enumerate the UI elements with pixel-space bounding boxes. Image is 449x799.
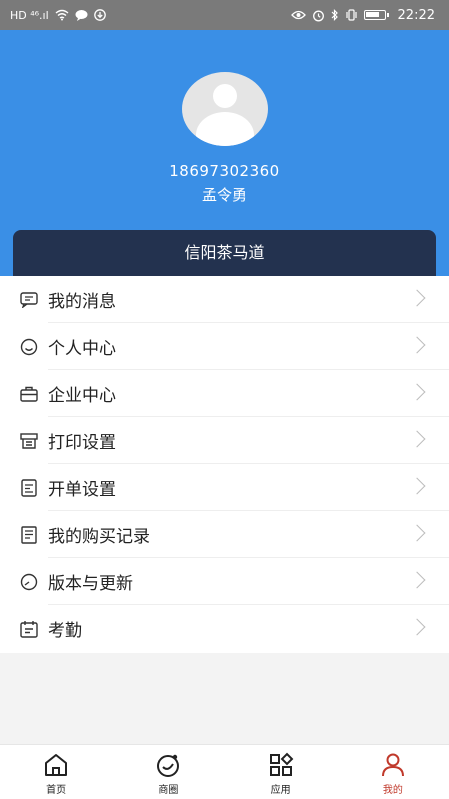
battery-level bbox=[365, 12, 379, 17]
calendar-icon bbox=[20, 620, 38, 638]
tab-business-circle[interactable]: 商圈 bbox=[112, 745, 224, 799]
vibrate-icon bbox=[345, 9, 357, 21]
chevron-right-icon bbox=[408, 383, 426, 401]
wifi-icon bbox=[55, 9, 69, 21]
menu-item-messages[interactable]: 我的消息 bbox=[0, 276, 449, 323]
briefcase-icon bbox=[20, 385, 38, 403]
tab-label: 首页 bbox=[46, 785, 67, 796]
menu-item-label: 打印设置 bbox=[48, 433, 116, 453]
tab-home[interactable]: 首页 bbox=[0, 745, 112, 799]
chevron-right-icon bbox=[408, 336, 426, 354]
company-name-bar[interactable]: 信阳茶马道 bbox=[13, 230, 436, 276]
avatar[interactable] bbox=[182, 72, 268, 146]
menu-item-version-update[interactable]: 版本与更新 bbox=[0, 558, 449, 605]
message-icon bbox=[20, 291, 38, 309]
printer-icon bbox=[20, 432, 38, 450]
form-icon bbox=[20, 478, 38, 497]
clock-icon bbox=[20, 573, 38, 591]
apps-icon bbox=[269, 752, 293, 776]
phone-number: 18697302360 bbox=[169, 162, 280, 180]
status-time: 22:22 bbox=[397, 7, 435, 23]
menu-item-purchase-records[interactable]: 我的购买记录 bbox=[0, 511, 449, 558]
person-icon bbox=[381, 753, 404, 777]
chevron-right-icon bbox=[408, 289, 426, 307]
battery-icon bbox=[363, 10, 389, 20]
bottom-tab-bar: 首页 商圈 应用 我的 bbox=[0, 744, 449, 799]
menu-list: 我的消息 个人中心 企业中心 打印设置 开单设置 我的购买记录 版本与更新 考勤 bbox=[0, 276, 449, 653]
chevron-right-icon bbox=[408, 477, 426, 495]
menu-item-enterprise-center[interactable]: 企业中心 bbox=[0, 370, 449, 417]
chevron-right-icon bbox=[408, 571, 426, 589]
chevron-right-icon bbox=[408, 618, 426, 636]
menu-item-attendance[interactable]: 考勤 bbox=[0, 605, 449, 652]
download-status-icon bbox=[93, 9, 106, 21]
tab-apps[interactable]: 应用 bbox=[225, 745, 337, 799]
menu-item-billing-settings[interactable]: 开单设置 bbox=[0, 464, 449, 511]
menu-item-print-settings[interactable]: 打印设置 bbox=[0, 417, 449, 464]
bluetooth-icon bbox=[331, 9, 338, 21]
planet-icon bbox=[157, 754, 180, 777]
status-left: HD ⁴⁶.ıl bbox=[10, 9, 106, 22]
alarm-icon bbox=[312, 10, 324, 21]
signal-indicator: HD ⁴⁶.ıl bbox=[10, 8, 49, 22]
user-name: 孟令勇 bbox=[201, 186, 247, 204]
menu-item-label: 我的购买记录 bbox=[48, 527, 150, 547]
tab-label: 商圈 bbox=[158, 785, 179, 796]
eye-icon bbox=[290, 10, 306, 20]
chat-bubble-icon bbox=[75, 10, 88, 21]
menu-item-label: 版本与更新 bbox=[48, 574, 133, 594]
menu-item-label: 开单设置 bbox=[48, 480, 116, 500]
menu-item-personal-center[interactable]: 个人中心 bbox=[0, 323, 449, 370]
menu-item-label: 企业中心 bbox=[48, 386, 116, 406]
menu-item-label: 个人中心 bbox=[48, 339, 116, 359]
home-icon bbox=[45, 754, 68, 776]
menu-item-label: 我的消息 bbox=[48, 292, 116, 312]
tab-mine[interactable]: 我的 bbox=[337, 745, 449, 799]
tab-label: 我的 bbox=[382, 785, 403, 796]
status-right: 22:22 bbox=[290, 7, 435, 23]
status-bar: HD ⁴⁶.ıl 22:22 bbox=[0, 0, 449, 30]
smile-icon bbox=[20, 338, 38, 356]
tab-label: 应用 bbox=[270, 785, 291, 796]
chevron-right-icon bbox=[408, 524, 426, 542]
profile-header: 18697302360 孟令勇 信阳茶马道 bbox=[0, 30, 449, 276]
document-icon bbox=[20, 525, 38, 544]
menu-item-label: 考勤 bbox=[48, 621, 82, 641]
chevron-right-icon bbox=[408, 430, 426, 448]
